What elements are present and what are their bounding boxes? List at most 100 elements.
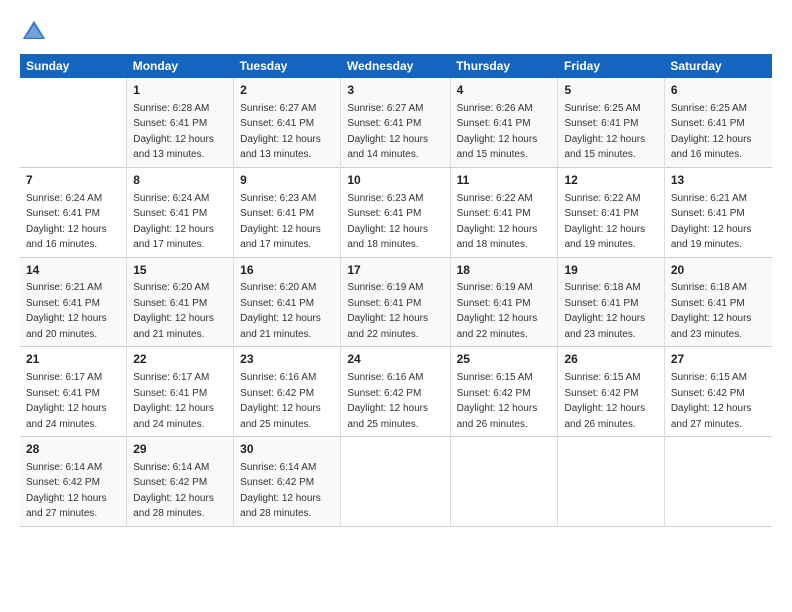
day-number: 20 (671, 262, 766, 279)
header-row: SundayMondayTuesdayWednesdayThursdayFrid… (20, 54, 772, 78)
calendar-cell: 12 Sunrise: 6:22 AMSunset: 6:41 PMDaylig… (558, 167, 664, 257)
day-detail: Sunrise: 6:23 AMSunset: 6:41 PMDaylight:… (347, 193, 428, 251)
calendar-cell: 27 Sunrise: 6:15 AMSunset: 6:42 PMDaylig… (664, 347, 772, 437)
day-detail: Sunrise: 6:16 AMSunset: 6:42 PMDaylight:… (240, 372, 321, 430)
day-number: 26 (564, 351, 657, 368)
day-number: 5 (564, 82, 657, 99)
day-detail: Sunrise: 6:20 AMSunset: 6:41 PMDaylight:… (240, 282, 321, 340)
day-detail: Sunrise: 6:19 AMSunset: 6:41 PMDaylight:… (347, 282, 428, 340)
calendar-cell (558, 437, 664, 527)
day-number: 19 (564, 262, 657, 279)
day-detail: Sunrise: 6:23 AMSunset: 6:41 PMDaylight:… (240, 193, 321, 251)
header-day-wednesday: Wednesday (341, 54, 450, 78)
calendar-cell: 22 Sunrise: 6:17 AMSunset: 6:41 PMDaylig… (127, 347, 234, 437)
header-day-sunday: Sunday (20, 54, 127, 78)
day-detail: Sunrise: 6:28 AMSunset: 6:41 PMDaylight:… (133, 103, 214, 161)
header-day-monday: Monday (127, 54, 234, 78)
calendar-cell: 11 Sunrise: 6:22 AMSunset: 6:41 PMDaylig… (450, 167, 558, 257)
calendar-cell: 5 Sunrise: 6:25 AMSunset: 6:41 PMDayligh… (558, 78, 664, 167)
calendar-cell: 18 Sunrise: 6:19 AMSunset: 6:41 PMDaylig… (450, 257, 558, 347)
day-number: 21 (26, 351, 120, 368)
day-detail: Sunrise: 6:22 AMSunset: 6:41 PMDaylight:… (564, 193, 645, 251)
calendar-cell (450, 437, 558, 527)
calendar-cell: 20 Sunrise: 6:18 AMSunset: 6:41 PMDaylig… (664, 257, 772, 347)
day-number: 3 (347, 82, 443, 99)
calendar-cell: 23 Sunrise: 6:16 AMSunset: 6:42 PMDaylig… (234, 347, 341, 437)
day-number: 29 (133, 441, 227, 458)
day-number: 12 (564, 172, 657, 189)
calendar-table: SundayMondayTuesdayWednesdayThursdayFrid… (20, 54, 772, 527)
day-detail: Sunrise: 6:17 AMSunset: 6:41 PMDaylight:… (133, 372, 214, 430)
calendar-cell: 6 Sunrise: 6:25 AMSunset: 6:41 PMDayligh… (664, 78, 772, 167)
day-number: 1 (133, 82, 227, 99)
calendar-cell (341, 437, 450, 527)
calendar-cell: 25 Sunrise: 6:15 AMSunset: 6:42 PMDaylig… (450, 347, 558, 437)
day-number: 25 (457, 351, 552, 368)
day-number: 16 (240, 262, 334, 279)
calendar-cell: 29 Sunrise: 6:14 AMSunset: 6:42 PMDaylig… (127, 437, 234, 527)
day-detail: Sunrise: 6:14 AMSunset: 6:42 PMDaylight:… (240, 462, 321, 520)
week-row-2: 14 Sunrise: 6:21 AMSunset: 6:41 PMDaylig… (20, 257, 772, 347)
calendar-cell: 1 Sunrise: 6:28 AMSunset: 6:41 PMDayligh… (127, 78, 234, 167)
calendar-cell (20, 78, 127, 167)
calendar-cell: 10 Sunrise: 6:23 AMSunset: 6:41 PMDaylig… (341, 167, 450, 257)
day-number: 6 (671, 82, 766, 99)
header-day-tuesday: Tuesday (234, 54, 341, 78)
day-detail: Sunrise: 6:25 AMSunset: 6:41 PMDaylight:… (564, 103, 645, 161)
week-row-1: 7 Sunrise: 6:24 AMSunset: 6:41 PMDayligh… (20, 167, 772, 257)
calendar-cell: 26 Sunrise: 6:15 AMSunset: 6:42 PMDaylig… (558, 347, 664, 437)
day-detail: Sunrise: 6:25 AMSunset: 6:41 PMDaylight:… (671, 103, 752, 161)
calendar-cell: 2 Sunrise: 6:27 AMSunset: 6:41 PMDayligh… (234, 78, 341, 167)
day-detail: Sunrise: 6:22 AMSunset: 6:41 PMDaylight:… (457, 193, 538, 251)
calendar-cell: 7 Sunrise: 6:24 AMSunset: 6:41 PMDayligh… (20, 167, 127, 257)
calendar-cell: 14 Sunrise: 6:21 AMSunset: 6:41 PMDaylig… (20, 257, 127, 347)
calendar-cell (664, 437, 772, 527)
calendar-cell: 13 Sunrise: 6:21 AMSunset: 6:41 PMDaylig… (664, 167, 772, 257)
logo-icon (20, 18, 48, 46)
day-number: 15 (133, 262, 227, 279)
header-day-thursday: Thursday (450, 54, 558, 78)
day-detail: Sunrise: 6:18 AMSunset: 6:41 PMDaylight:… (564, 282, 645, 340)
day-number: 28 (26, 441, 120, 458)
calendar-cell: 30 Sunrise: 6:14 AMSunset: 6:42 PMDaylig… (234, 437, 341, 527)
day-number: 13 (671, 172, 766, 189)
day-detail: Sunrise: 6:16 AMSunset: 6:42 PMDaylight:… (347, 372, 428, 430)
day-detail: Sunrise: 6:20 AMSunset: 6:41 PMDaylight:… (133, 282, 214, 340)
header-day-saturday: Saturday (664, 54, 772, 78)
day-number: 24 (347, 351, 443, 368)
day-detail: Sunrise: 6:14 AMSunset: 6:42 PMDaylight:… (26, 462, 107, 520)
day-number: 18 (457, 262, 552, 279)
day-detail: Sunrise: 6:19 AMSunset: 6:41 PMDaylight:… (457, 282, 538, 340)
calendar-cell: 16 Sunrise: 6:20 AMSunset: 6:41 PMDaylig… (234, 257, 341, 347)
day-detail: Sunrise: 6:15 AMSunset: 6:42 PMDaylight:… (564, 372, 645, 430)
calendar-cell: 15 Sunrise: 6:20 AMSunset: 6:41 PMDaylig… (127, 257, 234, 347)
calendar-cell: 21 Sunrise: 6:17 AMSunset: 6:41 PMDaylig… (20, 347, 127, 437)
day-detail: Sunrise: 6:21 AMSunset: 6:41 PMDaylight:… (26, 282, 107, 340)
day-detail: Sunrise: 6:27 AMSunset: 6:41 PMDaylight:… (240, 103, 321, 161)
day-detail: Sunrise: 6:15 AMSunset: 6:42 PMDaylight:… (457, 372, 538, 430)
calendar-cell: 9 Sunrise: 6:23 AMSunset: 6:41 PMDayligh… (234, 167, 341, 257)
calendar-cell: 8 Sunrise: 6:24 AMSunset: 6:41 PMDayligh… (127, 167, 234, 257)
calendar-cell: 3 Sunrise: 6:27 AMSunset: 6:41 PMDayligh… (341, 78, 450, 167)
day-number: 2 (240, 82, 334, 99)
day-detail: Sunrise: 6:18 AMSunset: 6:41 PMDaylight:… (671, 282, 752, 340)
day-number: 23 (240, 351, 334, 368)
day-detail: Sunrise: 6:26 AMSunset: 6:41 PMDaylight:… (457, 103, 538, 161)
day-number: 7 (26, 172, 120, 189)
day-detail: Sunrise: 6:24 AMSunset: 6:41 PMDaylight:… (133, 193, 214, 251)
day-number: 10 (347, 172, 443, 189)
day-number: 11 (457, 172, 552, 189)
day-detail: Sunrise: 6:17 AMSunset: 6:41 PMDaylight:… (26, 372, 107, 430)
calendar-cell: 24 Sunrise: 6:16 AMSunset: 6:42 PMDaylig… (341, 347, 450, 437)
day-number: 8 (133, 172, 227, 189)
day-detail: Sunrise: 6:24 AMSunset: 6:41 PMDaylight:… (26, 193, 107, 251)
logo (20, 18, 52, 46)
day-number: 14 (26, 262, 120, 279)
day-detail: Sunrise: 6:27 AMSunset: 6:41 PMDaylight:… (347, 103, 428, 161)
day-detail: Sunrise: 6:15 AMSunset: 6:42 PMDaylight:… (671, 372, 752, 430)
week-row-3: 21 Sunrise: 6:17 AMSunset: 6:41 PMDaylig… (20, 347, 772, 437)
day-number: 27 (671, 351, 766, 368)
day-number: 9 (240, 172, 334, 189)
calendar-cell: 19 Sunrise: 6:18 AMSunset: 6:41 PMDaylig… (558, 257, 664, 347)
day-detail: Sunrise: 6:21 AMSunset: 6:41 PMDaylight:… (671, 193, 752, 251)
